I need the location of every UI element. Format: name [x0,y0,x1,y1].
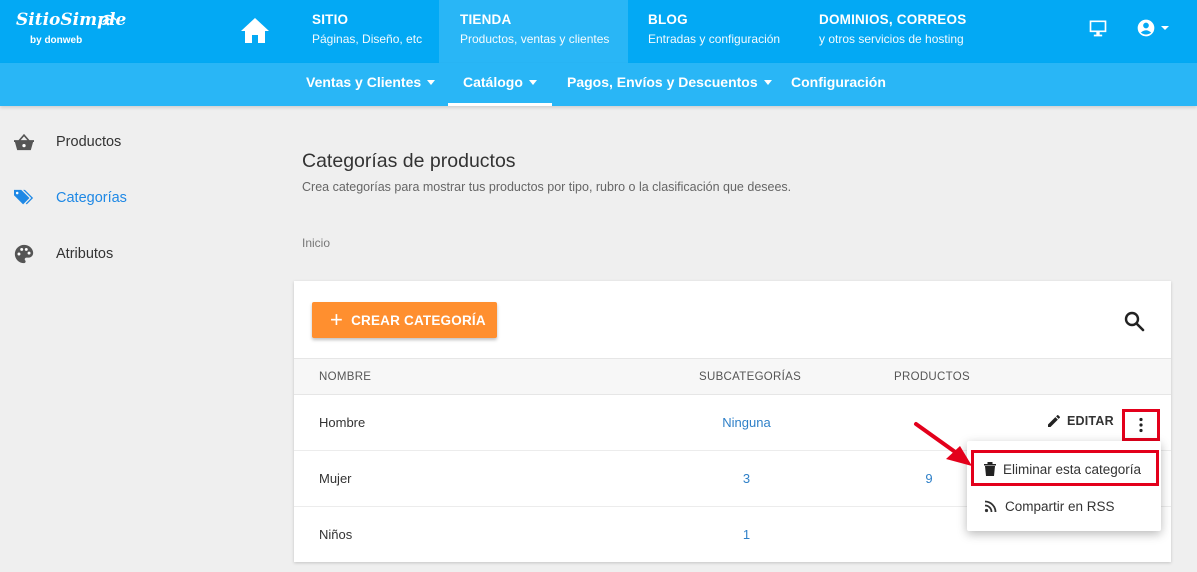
sidebar-item-productos[interactable]: Productos [12,129,121,155]
nav-blog-subtitle: Entradas y configuración [648,32,781,46]
subnav-configuracion[interactable]: Configuración [791,63,886,106]
more-vert-icon [1139,417,1143,433]
nav-tienda-subtitle: Productos, ventas y clientes [460,32,610,46]
nav-tienda[interactable]: TIENDA Productos, ventas y clientes [439,0,628,63]
column-header-productos: PRODUCTOS [894,371,970,383]
subnav-pagos-label: Pagos, Envíos y Descuentos [567,74,758,90]
caret-down-icon [1161,26,1169,30]
sub-navbar: Ventas y Clientes Catálogo Pagos, Envíos… [0,63,1197,106]
sidebar-item-atributos[interactable]: Atributos [12,241,113,267]
subnav-catalogo-label: Catálogo [463,74,523,90]
create-category-button[interactable]: + CREAR CATEGORÍA [312,302,497,338]
top-navbar: SitioSimple by donweb SITIO Páginas, Dis… [0,0,1197,63]
preview-button[interactable] [1088,18,1108,38]
trash-icon [984,462,996,476]
nav-dominios-subtitle: y otros servicios de hosting [819,32,964,46]
subnav-catalogo[interactable]: Catálogo [448,63,552,106]
wifi-icon [99,14,117,26]
table-header: NOMBRE SUBCATEGORÍAS PRODUCTOS [294,358,1171,395]
row-options-menu: Eliminar esta categoría Compartir en RSS [967,441,1161,531]
caret-down-icon [763,79,772,85]
products-link[interactable]: 9 [894,471,964,486]
edit-label: EDITAR [1067,414,1114,428]
rss-icon [984,500,997,513]
create-category-label: CREAR CATEGORÍA [351,312,486,328]
nav-sitio[interactable]: SITIO Páginas, Diseño, etc [312,0,438,63]
home-icon [241,18,269,43]
subnav-ventas[interactable]: Ventas y Clientes [306,63,436,106]
subnav-ventas-label: Ventas y Clientes [306,74,422,90]
column-header-subcategorias: SUBCATEGORÍAS [699,371,802,383]
menu-item-delete-category[interactable]: Eliminar esta categoría [967,451,1161,487]
nav-blog[interactable]: BLOG Entradas y configuración [648,0,798,63]
edit-button[interactable]: EDITAR [1046,413,1114,429]
breadcrumb[interactable]: Inicio [302,236,330,250]
category-name: Niños [319,527,353,542]
subcategories-link[interactable]: 1 [699,527,794,542]
sidebar-item-label: Categorías [56,190,127,206]
page-title: Categorías de productos [302,150,516,172]
nav-sitio-subtitle: Páginas, Diseño, etc [312,32,423,46]
menu-item-label: Compartir en RSS [1005,498,1115,514]
pencil-icon [1048,415,1060,427]
caret-down-icon [427,79,436,85]
tag-icon [12,186,36,210]
category-name: Hombre [319,415,366,430]
account-circle-icon [1137,19,1155,37]
caret-down-icon [528,79,537,85]
subnav-configuracion-label: Configuración [791,74,886,90]
sidebar-item-label: Productos [56,134,122,150]
brand-by: by donweb [30,35,83,46]
subcategories-link[interactable]: Ninguna [699,415,794,430]
nav-sitio-title: SITIO [312,12,349,27]
monitor-icon [1089,20,1107,37]
search-icon[interactable] [1122,309,1146,333]
plus-icon: + [330,307,344,332]
sidebar-item-categorias[interactable]: Categorías [12,185,127,211]
brand-logo[interactable]: SitioSimple by donweb [16,10,126,50]
subnav-pagos[interactable]: Pagos, Envíos y Descuentos [567,63,772,106]
column-header-nombre: NOMBRE [319,371,372,383]
basket-icon [12,130,36,154]
nav-dominios[interactable]: DOMINIOS, CORREOS y otros servicios de h… [819,0,989,63]
subcategories-link[interactable]: 3 [699,471,794,486]
nav-tienda-title: TIENDA [460,12,512,27]
menu-item-label: Eliminar esta categoría [1003,461,1142,477]
category-name: Mujer [319,471,352,486]
menu-item-share-rss[interactable]: Compartir en RSS [967,488,1161,524]
nav-blog-title: BLOG [648,12,688,27]
page-subtitle: Crea categorías para mostrar tus product… [302,180,792,194]
more-options-button[interactable] [1122,409,1160,441]
palette-icon [12,242,36,266]
account-menu-button[interactable] [1136,18,1171,38]
home-button[interactable] [234,10,276,50]
nav-dominios-title: DOMINIOS, CORREOS [819,12,967,27]
sidebar-item-label: Atributos [56,246,114,262]
